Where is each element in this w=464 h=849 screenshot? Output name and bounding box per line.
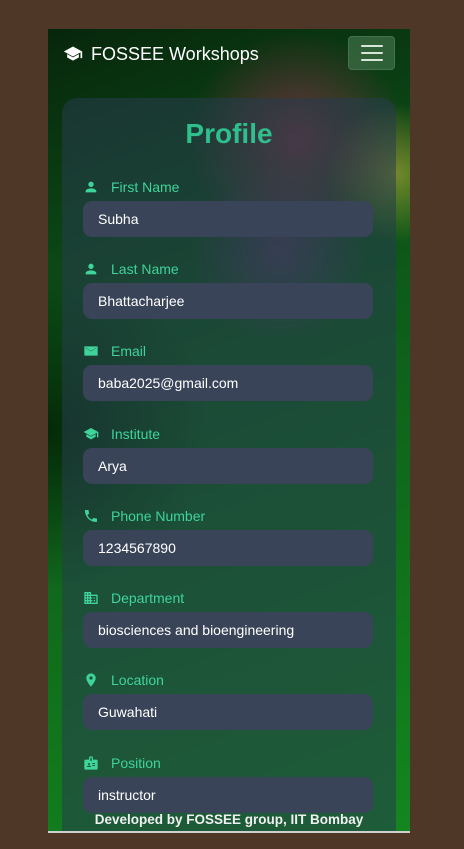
department-field: Department biosciences and bioengineerin…	[83, 589, 375, 648]
brand-link[interactable]: FOSSEE Workshops	[63, 44, 259, 65]
position-input[interactable]: instructor	[83, 777, 373, 813]
first-name-field: First Name Subha	[83, 178, 375, 237]
location-pin-icon	[83, 672, 99, 688]
institute-input[interactable]: Arya	[83, 448, 373, 484]
institute-field: Institute Arya	[83, 425, 375, 484]
navbar: FOSSEE Workshops	[48, 29, 410, 79]
last-name-label: Last Name	[111, 261, 179, 277]
person-icon	[83, 179, 99, 195]
hamburger-icon	[360, 45, 383, 47]
badge-icon	[83, 755, 99, 771]
brand-name: FOSSEE Workshops	[91, 43, 259, 64]
building-icon	[83, 590, 99, 606]
position-label: Position	[111, 755, 161, 771]
app-viewport: FOSSEE Workshops Profile First Name Subh…	[48, 29, 410, 833]
last-name-field: Last Name Bhattacharjee	[83, 260, 375, 319]
footer-credit: Developed by FOSSEE group, IIT Bombay	[94, 812, 364, 827]
person-icon	[83, 261, 99, 277]
first-name-input[interactable]: Subha	[83, 201, 373, 237]
email-field: Email baba2025@gmail.com	[83, 342, 375, 401]
position-field: Position instructor	[83, 754, 375, 813]
email-input[interactable]: baba2025@gmail.com	[83, 365, 373, 401]
location-field: Location Guwahati	[83, 671, 375, 730]
phone-field: Phone Number 1234567890	[83, 507, 375, 566]
last-name-input[interactable]: Bhattacharjee	[83, 283, 373, 319]
mail-icon	[83, 343, 99, 359]
institute-label: Institute	[111, 426, 161, 442]
menu-toggle-button[interactable]	[348, 36, 395, 70]
profile-card: Profile First Name Subha Last Name Bhatt…	[62, 98, 396, 831]
location-label: Location	[111, 672, 164, 688]
phone-label: Phone Number	[111, 508, 206, 524]
school-icon	[83, 426, 99, 442]
page-title: Profile	[185, 118, 273, 149]
phone-input[interactable]: 1234567890	[83, 530, 373, 566]
email-label: Email	[111, 343, 147, 359]
first-name-label: First Name	[111, 179, 180, 195]
department-label: Department	[111, 590, 185, 606]
graduation-cap-icon	[63, 46, 83, 61]
phone-icon	[83, 508, 99, 524]
location-input[interactable]: Guwahati	[83, 694, 373, 730]
department-input[interactable]: biosciences and bioengineering	[83, 612, 373, 648]
